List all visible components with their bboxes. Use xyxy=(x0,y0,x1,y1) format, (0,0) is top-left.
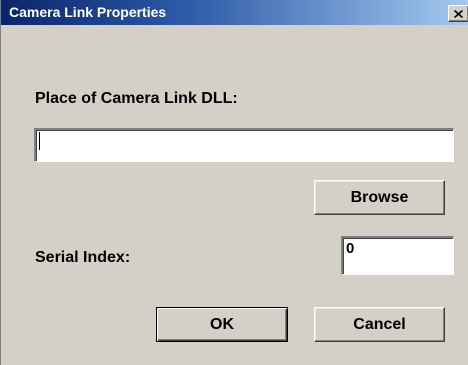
browse-button[interactable]: Browse xyxy=(314,180,445,215)
serial-index-input[interactable]: 0 xyxy=(341,236,454,275)
window-title: Camera Link Properties xyxy=(9,4,167,20)
title-bar[interactable]: Camera Link Properties xyxy=(1,0,468,25)
text-caret xyxy=(39,132,40,150)
close-icon xyxy=(454,9,463,18)
dll-path-label: Place of Camera Link DLL: xyxy=(35,90,238,107)
ok-button[interactable]: OK xyxy=(156,307,288,342)
serial-index-value: 0 xyxy=(346,240,355,257)
ok-button-label: OK xyxy=(210,315,234,333)
cancel-button[interactable]: Cancel xyxy=(314,307,445,342)
dll-path-input[interactable] xyxy=(34,128,454,162)
serial-index-label: Serial Index: xyxy=(35,249,131,266)
camera-link-properties-dialog: Camera Link Properties Place of Camera L… xyxy=(0,0,468,365)
cancel-button-label: Cancel xyxy=(353,315,406,333)
browse-button-label: Browse xyxy=(350,188,409,206)
close-button[interactable] xyxy=(448,5,468,22)
